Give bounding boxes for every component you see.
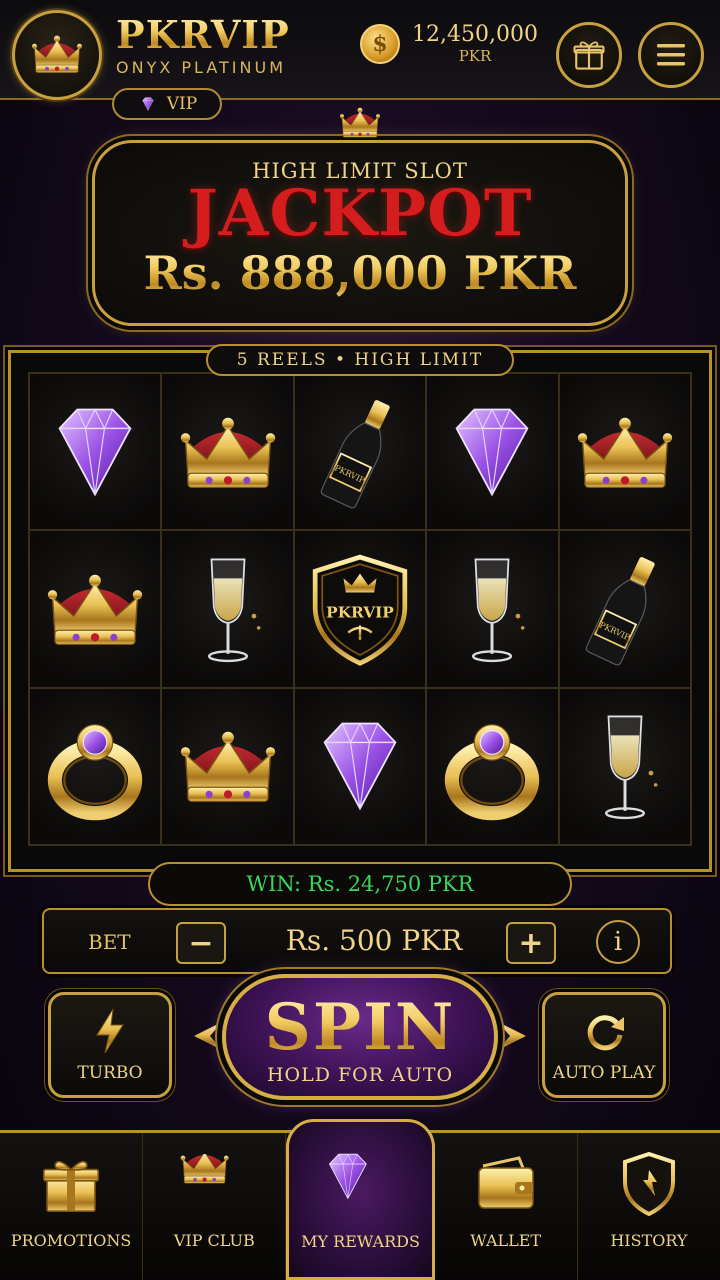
- ring-icon: [433, 707, 551, 825]
- reels-tag: 5 REELS • HIGH LIMIT: [206, 344, 514, 376]
- reel-cell: [161, 687, 294, 845]
- gift-button[interactable]: [556, 22, 622, 88]
- gift-icon: [573, 41, 605, 70]
- brand-name: PKRVIP: [116, 12, 290, 57]
- nav-item-vip-club[interactable]: VIP CLUB: [143, 1133, 287, 1280]
- wallet-icon: [477, 1156, 534, 1209]
- diamond-icon: [433, 393, 551, 511]
- turbo-button[interactable]: TURBO: [48, 992, 172, 1098]
- coin-icon: $: [360, 23, 400, 64]
- nav-label-wallet: WALLET: [470, 1231, 542, 1250]
- turbo-label: TURBO: [77, 1063, 143, 1083]
- balance: $ 12,450,000 PKR: [360, 22, 538, 65]
- top-bar: PKRVIP ONYX PLATINUM $ 12,450,000 PKR: [0, 0, 720, 100]
- nav-item-history[interactable]: HISTORY: [578, 1133, 720, 1280]
- brand: PKRVIP ONYX PLATINUM: [116, 12, 290, 78]
- reel-cell: [161, 373, 294, 531]
- brand-subtitle: ONYX PLATINUM: [116, 58, 286, 77]
- reel-cell: [558, 373, 691, 531]
- win-display: WIN: Rs. 24,750 PKR: [148, 862, 572, 906]
- nav-item-promotions[interactable]: PROMOTIONS: [0, 1133, 144, 1280]
- reel-cell: [293, 373, 427, 531]
- bet-bar: BET − Rs. 500 PKR + i: [42, 908, 672, 974]
- reel-cell: [426, 530, 559, 688]
- pkrvip-shield-icon: PKRVIP: [312, 554, 408, 666]
- logo-crown-icon: [12, 10, 102, 100]
- diamond-icon: [301, 707, 419, 825]
- nav-label-history: HISTORY: [610, 1231, 688, 1250]
- spin-ornament-left: [194, 1022, 222, 1050]
- bet-value: Rs. 500 PKR: [285, 924, 463, 957]
- spin-sublabel: HOLD FOR AUTO: [266, 1064, 454, 1086]
- bet-label: BET: [88, 930, 131, 954]
- reel-cell: [426, 373, 559, 531]
- champagne-bottle-icon: [301, 393, 419, 511]
- reel-cell: [558, 687, 691, 845]
- spin-ornament-right: [498, 1022, 526, 1050]
- nav-label-vip-club: VIP CLUB: [173, 1231, 255, 1250]
- reel-cell: [558, 530, 691, 688]
- reel-cell: [293, 687, 427, 845]
- shield-text: PKRVIP: [326, 603, 394, 621]
- reel-cell: [161, 530, 294, 688]
- reel-cell: [29, 687, 162, 845]
- crown-icon: [169, 393, 287, 511]
- nav-label-my-rewards: MY REWARDS: [301, 1232, 420, 1251]
- auto-play-button[interactable]: AUTO PLAY: [542, 992, 666, 1098]
- shield-icon: [622, 1152, 675, 1216]
- menu-icon: [657, 44, 685, 66]
- nav-label-promotions: PROMOTIONS: [10, 1231, 132, 1250]
- bottom-nav: PROMOTIONS VIP CLUB MY REWARDS WALLET HI…: [0, 1119, 720, 1280]
- nav-item-wallet[interactable]: WALLET: [435, 1133, 578, 1280]
- jackpot-crown-icon: [318, 104, 402, 154]
- diamond-icon: [137, 95, 159, 113]
- crown-icon: [36, 550, 154, 668]
- lightning-icon: [96, 1008, 124, 1054]
- reel-cell: [29, 530, 162, 688]
- reel-grid[interactable]: PKRVIP: [28, 372, 692, 846]
- champagne-glass-icon: [566, 707, 684, 825]
- reel-cell: [426, 687, 559, 845]
- balance-amount: 12,450,000: [412, 22, 538, 47]
- crown-icon: [174, 1154, 254, 1214]
- reel-cell: PKRVIP: [293, 530, 427, 688]
- jackpot-panel: HIGH LIMIT SLOT JACKPOT Rs. 888,000 PKR: [92, 140, 628, 326]
- refresh-icon: [587, 1015, 624, 1051]
- crown-icon: [566, 393, 684, 511]
- champagne-bottle-icon: [566, 550, 684, 668]
- crown-icon: [169, 707, 287, 825]
- spin-button[interactable]: SPIN HOLD FOR AUTO: [222, 974, 498, 1100]
- reel-cell: [29, 373, 162, 531]
- auto-play-label: AUTO PLAY: [552, 1063, 656, 1083]
- champagne-glass-icon: [169, 550, 287, 668]
- bet-decrease-button[interactable]: −: [176, 922, 226, 964]
- ring-icon: [36, 707, 154, 825]
- info-button[interactable]: i: [596, 920, 640, 964]
- diamond-icon: [36, 393, 154, 511]
- bet-increase-button[interactable]: +: [506, 922, 556, 964]
- vip-badge[interactable]: VIP: [112, 88, 222, 120]
- gift-icon: [43, 1160, 100, 1212]
- champagne-glass-icon: [433, 550, 551, 668]
- nav-item-my-rewards[interactable]: MY REWARDS: [286, 1119, 435, 1280]
- vip-label: VIP: [166, 94, 198, 114]
- menu-button[interactable]: [638, 22, 704, 88]
- balance-currency: PKR: [458, 47, 492, 65]
- diamond-icon: [322, 1150, 400, 1220]
- jackpot-title: JACKPOT: [187, 176, 533, 251]
- spin-label: SPIN: [226, 992, 494, 1064]
- jackpot-amount: Rs. 888,000 PKR: [95, 245, 625, 301]
